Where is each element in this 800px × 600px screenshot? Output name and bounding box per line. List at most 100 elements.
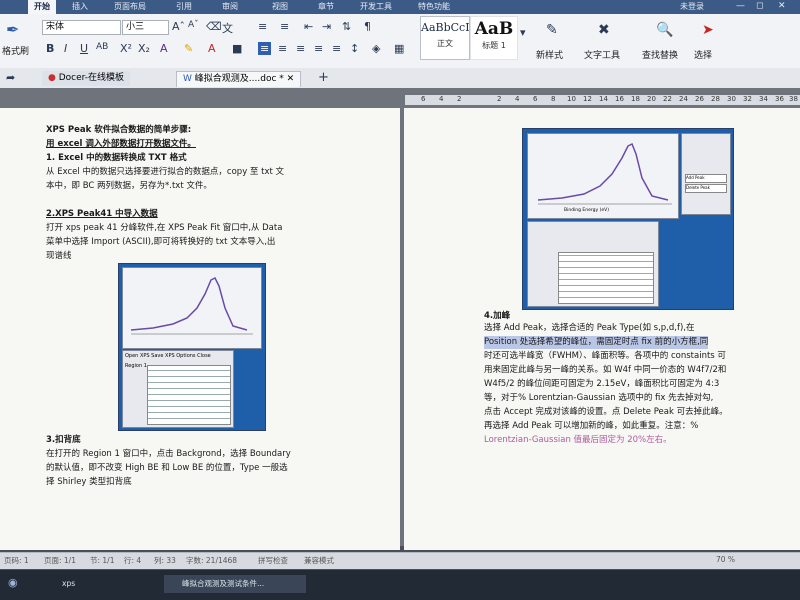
- compat-mode: 兼容模式: [304, 556, 334, 565]
- ruler-num: 20: [647, 95, 656, 103]
- section-4-line-8: 再选择 Add Peak 可以增加新的峰，如此重复。注意：%: [484, 421, 699, 431]
- select-cursor-icon[interactable]: ➤: [702, 22, 714, 38]
- status-row: 行: 4: [124, 556, 142, 565]
- side-panel: Add Peak Delete Peak: [681, 133, 731, 215]
- signin-status[interactable]: 未登录: [680, 1, 704, 12]
- tab-special-features[interactable]: 特色功能: [418, 1, 450, 12]
- increase-indent-icon[interactable]: ⇥: [322, 20, 331, 33]
- style-normal[interactable]: AaBbCcI 正文: [420, 16, 470, 60]
- sort-icon[interactable]: ⇅: [342, 20, 351, 33]
- shading-icon[interactable]: ◈: [372, 42, 380, 55]
- ruler-num: 28: [711, 95, 720, 103]
- spectrum-window: [122, 267, 262, 349]
- format-painter-icon[interactable]: ✒: [6, 20, 19, 39]
- font-name-select[interactable]: 宋体: [42, 20, 121, 35]
- borders-icon[interactable]: ▦: [394, 42, 404, 55]
- distributed-icon[interactable]: ≡: [332, 42, 341, 55]
- border-icon[interactable]: ■: [232, 42, 242, 55]
- taskbar-item-doc[interactable]: 峰拟合观测及测试条件...: [164, 575, 306, 593]
- minimize-icon[interactable]: —: [736, 1, 745, 11]
- underline-icon[interactable]: U: [80, 42, 88, 55]
- back-icon[interactable]: ➦: [6, 71, 15, 84]
- show-marks-icon[interactable]: ¶: [364, 20, 371, 33]
- text-effect-icon[interactable]: A: [160, 42, 168, 55]
- bullet-list-icon[interactable]: ≡: [258, 20, 267, 33]
- subscript-icon[interactable]: X₂: [138, 42, 150, 55]
- open-xps-button[interactable]: Open XPS: [125, 353, 150, 359]
- delete-peak-side-button[interactable]: Delete Peak: [685, 184, 727, 193]
- screenshot-xps-peak-left: Open XPS Save XPS Options Close Region 1: [118, 263, 266, 431]
- superscript-icon[interactable]: X²: [120, 42, 132, 55]
- new-style-icon[interactable]: ✎: [546, 22, 558, 38]
- tab-review[interactable]: 审阅: [222, 1, 238, 12]
- highlight-icon[interactable]: ✎: [184, 42, 193, 55]
- tab-section[interactable]: 章节: [318, 1, 334, 12]
- spectrum-plot: [130, 276, 253, 335]
- clear-format-icon[interactable]: ⌫: [206, 20, 222, 33]
- doc-tab-active[interactable]: W 峰拟合观测及....doc * ✕: [176, 71, 302, 87]
- decrease-indent-icon[interactable]: ⇤: [304, 20, 313, 33]
- styles-scroll-icon[interactable]: ▾: [520, 26, 526, 39]
- ruler-num: 2: [457, 95, 462, 103]
- justify-icon[interactable]: ≡: [314, 42, 323, 55]
- style-heading-label: 标题 1: [482, 41, 506, 50]
- style-heading-preview: AaB: [474, 19, 514, 39]
- taskbar-item-xps[interactable]: xps: [44, 575, 172, 593]
- options-button[interactable]: Options: [176, 353, 195, 359]
- start-icon[interactable]: ◉: [8, 576, 18, 589]
- maximize-icon[interactable]: ◻: [756, 1, 763, 11]
- line-spacing-icon[interactable]: ↕: [350, 42, 359, 55]
- new-style-label[interactable]: 新样式: [536, 48, 563, 61]
- tab-home[interactable]: 开始: [28, 0, 56, 14]
- region-buttons: Open XPS Save XPS Options Close: [125, 353, 211, 359]
- peak-params-grid[interactable]: [147, 365, 231, 425]
- align-left-icon[interactable]: ≡: [258, 42, 272, 55]
- save-xps-button[interactable]: Save XPS: [151, 353, 174, 359]
- tab-developer[interactable]: 开发工具: [360, 1, 392, 12]
- ruler-num: 38: [789, 95, 798, 103]
- tab-insert[interactable]: 插入: [72, 1, 88, 12]
- font-color-icon[interactable]: A: [208, 42, 216, 55]
- ruler-num: 14: [599, 95, 608, 103]
- find-replace-label[interactable]: 查找替换: [642, 48, 678, 61]
- select-label[interactable]: 选择: [694, 48, 712, 61]
- numbered-list-icon[interactable]: ≡: [280, 20, 289, 33]
- abc-strikethrough-icon[interactable]: AB: [96, 42, 108, 52]
- status-section: 节: 1/1: [90, 556, 115, 565]
- spectrum-plot-right: [537, 142, 672, 205]
- text-tools-icon[interactable]: ✖: [598, 22, 610, 38]
- tab-page-layout[interactable]: 页面布局: [114, 1, 146, 12]
- pinyin-icon[interactable]: 文: [222, 20, 233, 36]
- align-center-icon[interactable]: ≡: [278, 42, 287, 55]
- zoom-level[interactable]: 70 %: [716, 555, 735, 564]
- new-tab-icon[interactable]: +: [318, 70, 329, 85]
- screenshot-xps-peak-right: Binding Energy (eV) Add Peak Delete Peak: [522, 128, 734, 310]
- close-icon[interactable]: ✕: [778, 1, 786, 11]
- region-window-right: [527, 221, 659, 307]
- status-col: 列: 33: [154, 556, 176, 565]
- add-peak-side-button[interactable]: Add Peak: [685, 174, 727, 183]
- italic-icon[interactable]: I: [64, 42, 67, 55]
- close-button[interactable]: Close: [197, 353, 211, 359]
- x-axis-label: Binding Energy (eV): [564, 208, 609, 213]
- doc-tab-docer[interactable]: ● Docer-在线模板: [42, 71, 131, 86]
- style-heading-1[interactable]: AaB 标题 1: [470, 16, 518, 60]
- status-bar: 页码: 1 页面: 1/1 节: 1/1 行: 4 列: 33 字数: 21/1…: [0, 552, 800, 569]
- shrink-font-icon[interactable]: Aˇ: [188, 20, 199, 30]
- grow-font-icon[interactable]: Aˆ: [172, 20, 185, 33]
- peak-params-grid-right[interactable]: [558, 252, 654, 304]
- region-window: Open XPS Save XPS Options Close Region 1: [122, 350, 234, 428]
- ruler-num: 34: [759, 95, 768, 103]
- spell-check[interactable]: 拼写检查: [258, 555, 288, 566]
- format-painter-label[interactable]: 格式刷: [2, 44, 29, 57]
- align-right-icon[interactable]: ≡: [296, 42, 305, 55]
- find-replace-icon[interactable]: 🔍: [656, 22, 673, 38]
- tab-references[interactable]: 引用: [176, 1, 192, 12]
- tab-view[interactable]: 视图: [272, 1, 288, 12]
- horizontal-ruler[interactable]: 6 4 2 2 4 6 8 10 12 14 16 18 20 22 24 26…: [405, 95, 800, 105]
- bold-icon[interactable]: B: [46, 42, 54, 55]
- tab-close-icon[interactable]: ✕: [287, 74, 295, 84]
- font-size-select[interactable]: 小三: [122, 20, 169, 35]
- text-tools-label[interactable]: 文字工具: [584, 48, 620, 61]
- ruler-num: 32: [743, 95, 752, 103]
